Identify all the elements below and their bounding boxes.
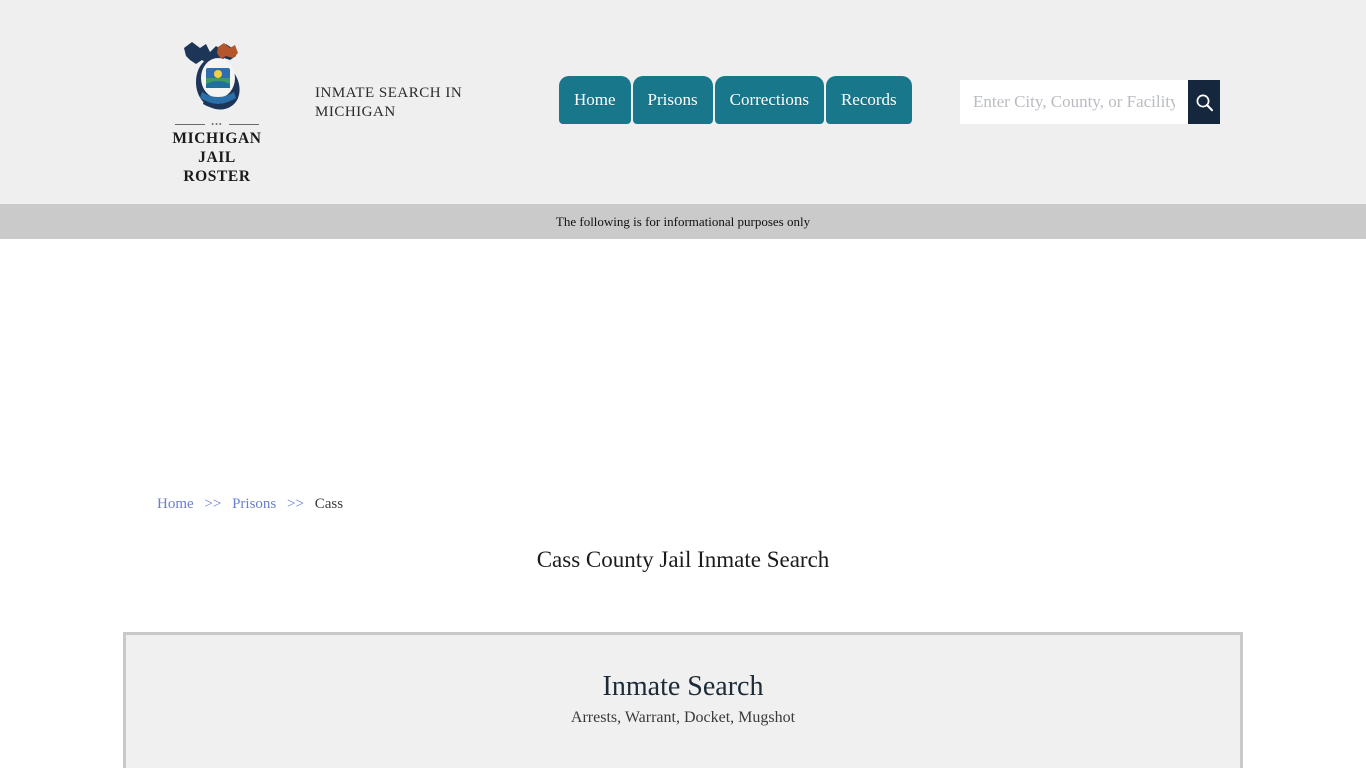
site-tagline: INMATE SEARCH IN MICHIGAN — [315, 85, 463, 120]
site-header: ••• MICHIGAN JAIL ROSTER INMATE SEARCH I… — [0, 0, 1366, 204]
logo-text-line1: MICHIGAN — [172, 130, 262, 147]
nav-label-prisons: Prisons — [647, 90, 698, 109]
nav-tab-prisons[interactable]: Prisons — [632, 76, 713, 124]
header-search-group — [960, 80, 1220, 124]
breadcrumb-item-cass: Cass — [314, 496, 344, 512]
michigan-state-outline-icon — [184, 42, 240, 110]
logo-dots: ••• — [211, 120, 223, 129]
info-banner-text: The following is for informational purpo… — [555, 213, 811, 229]
nav-tab-home[interactable]: Home — [559, 76, 631, 124]
header-search-button[interactable] — [1188, 80, 1220, 124]
nav-tab-records[interactable]: Records — [825, 76, 912, 124]
logo-text-line2: JAIL ROSTER — [183, 149, 251, 185]
main-navigation: Home Prisons Corrections Records — [559, 76, 914, 124]
logo-divider: ••• — [175, 120, 259, 129]
breadcrumb-separator-1: >> — [204, 496, 222, 512]
search-icon — [1196, 94, 1213, 111]
breadcrumb-item-home[interactable]: Home — [157, 496, 194, 512]
inmate-search-panel: Inmate Search Arrests, Warrant, Docket, … — [123, 632, 1243, 768]
nav-label-home: Home — [574, 90, 616, 109]
breadcrumb-separator-2: >> — [287, 496, 304, 512]
breadcrumb: Home >> Prisons >> Cass — [157, 496, 343, 513]
panel-subtitle: Arrests, Warrant, Docket, Mugshot — [570, 709, 796, 726]
header-search-input[interactable] — [960, 80, 1188, 124]
info-banner: The following is for informational purpo… — [0, 204, 1366, 239]
nav-tab-corrections[interactable]: Corrections — [714, 76, 824, 124]
nav-label-records: Records — [840, 90, 897, 109]
panel-title: Inmate Search — [602, 671, 764, 702]
site-logo[interactable]: ••• MICHIGAN JAIL ROSTER — [166, 34, 268, 186]
nav-label-corrections: Corrections — [729, 90, 809, 109]
page-title: Cass County Jail Inmate Search — [536, 547, 830, 572]
breadcrumb-item-prisons[interactable]: Prisons — [232, 496, 276, 512]
